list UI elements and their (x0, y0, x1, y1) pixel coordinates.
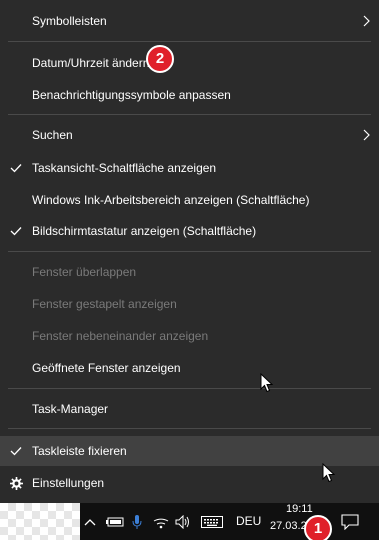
chevron-up-icon[interactable] (83, 512, 97, 532)
menu-item-label: Fenster überlappen (32, 265, 137, 279)
mouse-cursor-icon (322, 463, 336, 483)
menu-item-fenster-nebeneinander: Fenster nebeneinander anzeigen (0, 321, 379, 351)
mouse-cursor-icon (260, 373, 274, 393)
taskbar-context-menu: Symbolleisten Datum/Uhrzeit ändern Benac… (0, 0, 379, 503)
menu-item-datum-uhrzeit[interactable]: Datum/Uhrzeit ändern (0, 48, 379, 78)
menu-item-benachrichtigungssymbole[interactable]: Benachrichtigungssymbole anpassen (0, 80, 379, 110)
microphone-icon[interactable] (130, 512, 144, 532)
menu-item-label: Datum/Uhrzeit ändern (32, 56, 150, 70)
input-language-indicator[interactable]: DEU (236, 503, 261, 540)
menu-item-label: Windows Ink-Arbeitsbereich anzeigen (Sch… (32, 193, 310, 207)
menu-separator (8, 251, 371, 252)
checkmark-icon (9, 153, 23, 183)
gear-icon (9, 468, 23, 498)
menu-item-label: Taskleiste fixieren (32, 444, 127, 458)
menu-item-label: Geöffnete Fenster anzeigen (32, 361, 181, 375)
menu-separator (8, 428, 371, 429)
clock-date: 27.03.2 (270, 520, 307, 532)
menu-item-label: Einstellungen (32, 476, 105, 490)
menu-item-label: Taskansicht-Schaltfläche anzeigen (32, 161, 217, 175)
step-badge-1: 1 (304, 515, 332, 540)
menu-item-label: Fenster gestapelt anzeigen (32, 297, 177, 311)
menu-item-label: Bildschirmtastatur anzeigen (Schaltfläch… (32, 224, 257, 238)
menu-separator (8, 41, 371, 42)
menu-item-bildschirmtastatur[interactable]: Bildschirmtastatur anzeigen (Schaltfläch… (0, 216, 379, 246)
battery-icon[interactable] (104, 512, 126, 532)
step-badge-2: 2 (146, 45, 174, 73)
menu-item-fenster-ueberlappen: Fenster überlappen (0, 257, 379, 287)
menu-item-symbolleisten[interactable]: Symbolleisten (0, 6, 379, 36)
chevron-right-icon (361, 120, 371, 150)
menu-item-label: Benachrichtigungssymbole anpassen (32, 88, 231, 102)
menu-item-windows-ink[interactable]: Windows Ink-Arbeitsbereich anzeigen (Sch… (0, 185, 379, 215)
menu-separator (8, 388, 371, 389)
clock-time: 19:11 (286, 503, 313, 515)
speaker-icon[interactable] (174, 512, 192, 532)
checkmark-icon (9, 436, 23, 466)
screenshot: Symbolleisten Datum/Uhrzeit ändern Benac… (0, 0, 379, 540)
menu-item-label: Symbolleisten (32, 14, 107, 28)
checkmark-icon (9, 216, 23, 246)
menu-item-label: Task-Manager (32, 402, 109, 416)
notification-icon[interactable] (340, 512, 360, 532)
menu-item-suchen[interactable]: Suchen (0, 120, 379, 150)
desktop-background (0, 503, 80, 540)
menu-item-taskleiste-fixieren[interactable]: Taskleiste fixieren (0, 436, 379, 466)
menu-item-taskansicht[interactable]: Taskansicht-Schaltfläche anzeigen (0, 153, 379, 183)
menu-item-label: Suchen (32, 128, 73, 142)
wifi-icon[interactable] (152, 512, 170, 532)
menu-item-fenster-gestapelt: Fenster gestapelt anzeigen (0, 289, 379, 319)
menu-item-label: Fenster nebeneinander anzeigen (32, 329, 209, 343)
chevron-right-icon (361, 6, 371, 36)
menu-item-task-manager[interactable]: Task-Manager (0, 394, 379, 424)
menu-separator (8, 114, 371, 115)
menu-item-geoeffnete-fenster[interactable]: Geöffnete Fenster anzeigen (0, 353, 379, 383)
keyboard-icon[interactable] (200, 512, 224, 532)
